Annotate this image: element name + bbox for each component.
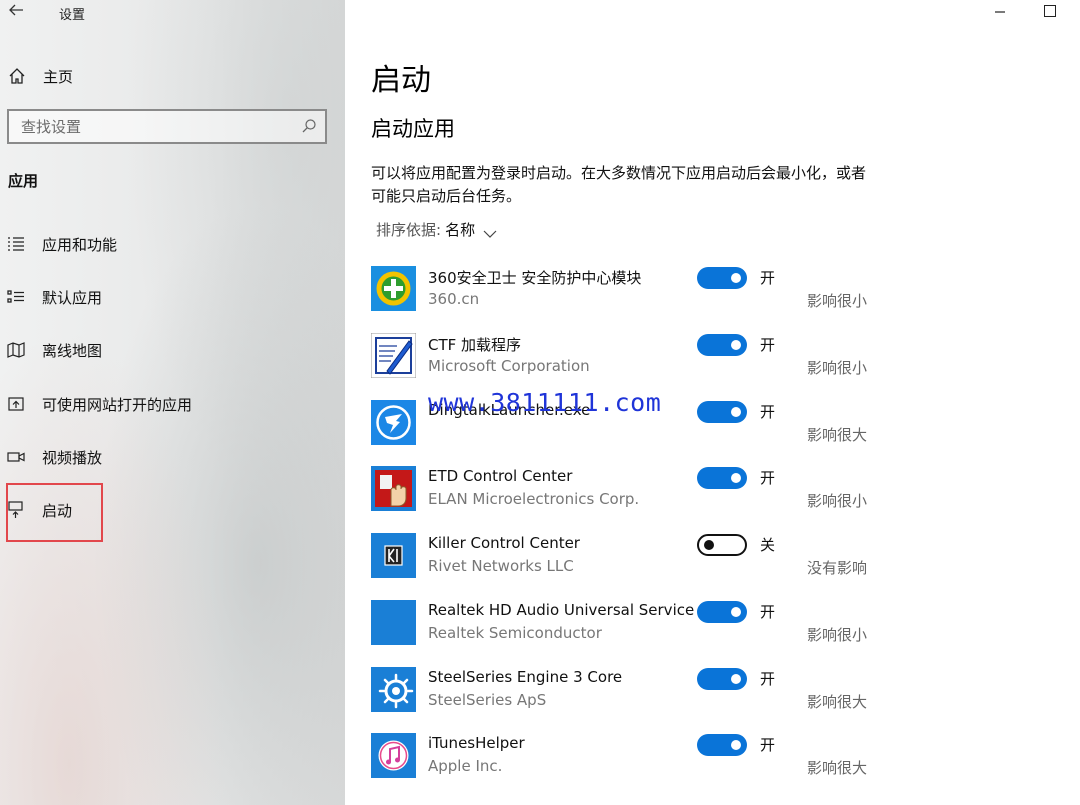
- startup-app-row: CTF 加载程序 Microsoft Corporation 开 影响很小: [370, 332, 881, 381]
- startup-impact: 没有影响: [807, 559, 868, 577]
- home-link[interactable]: 主页: [8, 64, 73, 88]
- chevron-down-icon: [483, 225, 497, 238]
- sort-dropdown[interactable]: 排序依据: 名称: [376, 219, 497, 240]
- search-box[interactable]: [7, 109, 327, 144]
- dingtalk-icon: [371, 400, 416, 445]
- page-title: 启动: [371, 63, 431, 98]
- startup-app-row: 360安全卫士 安全防护中心模块 360.cn 开 影响很小: [371, 266, 881, 314]
- startup-toggle[interactable]: [697, 601, 747, 623]
- app-name: ETD Control Center: [428, 467, 573, 485]
- toggle-state: 开: [760, 670, 776, 688]
- toggle-state: 开: [760, 269, 776, 287]
- app-name: iTunesHelper: [428, 734, 525, 752]
- startup-app-row: ETD Control Center ELAN Microelectronics…: [371, 466, 881, 514]
- app-name: Realtek HD Audio Universal Service: [428, 601, 695, 619]
- ctf-loader-icon: [370, 332, 417, 379]
- startup-app-row: Killer Control Center Rivet Networks LLC…: [371, 533, 881, 581]
- section-subtitle: 启动应用: [371, 117, 455, 141]
- home-icon: [8, 67, 26, 85]
- startup-app-row: Realtek HD Audio Universal Service Realt…: [371, 600, 881, 648]
- sidebar-item-label: 可使用网站打开的应用: [42, 395, 193, 414]
- startup-impact: 影响很小: [807, 292, 868, 310]
- app-name: Killer Control Center: [428, 534, 580, 552]
- search-icon[interactable]: [301, 118, 317, 134]
- startup-impact: 影响很小: [807, 359, 868, 377]
- startup-toggle[interactable]: [697, 467, 747, 489]
- window-title: 设置: [59, 8, 86, 23]
- realtek-audio-icon: [371, 600, 416, 645]
- startup-toggle[interactable]: [697, 668, 747, 690]
- app-name: SteelSeries Engine 3 Core: [428, 668, 623, 686]
- app-publisher: Realtek Semiconductor: [428, 624, 602, 642]
- app-publisher: Microsoft Corporation: [428, 357, 590, 375]
- startup-toggle[interactable]: [697, 734, 747, 756]
- section-title: 应用: [8, 172, 39, 190]
- 360-safe-icon: [371, 266, 416, 311]
- app-publisher: Apple Inc.: [428, 757, 503, 775]
- startup-impact: 影响很大: [807, 426, 868, 444]
- description-text: 可以将应用配置为登录时启动。在大多数情况下应用启动后会最小化，或者可能只启动后台…: [371, 164, 867, 205]
- toggle-state: 开: [760, 403, 776, 421]
- selection-highlight-box: [6, 483, 103, 542]
- sidebar-item-label: 视频播放: [42, 448, 103, 467]
- toggle-state: 开: [760, 736, 776, 754]
- toggle-state: 关: [760, 536, 776, 554]
- sidebar-item-label: 应用和功能: [42, 235, 118, 254]
- startup-impact: 影响很小: [807, 626, 868, 644]
- startup-impact: 影响很大: [807, 693, 868, 711]
- killer-control-icon: [371, 533, 416, 578]
- toggle-state: 开: [760, 469, 776, 487]
- startup-toggle[interactable]: [697, 534, 747, 556]
- etd-control-icon: [371, 466, 416, 511]
- startup-toggle[interactable]: [697, 334, 747, 356]
- app-publisher: Rivet Networks LLC: [428, 557, 574, 575]
- apps-features-icon: [7, 235, 25, 253]
- minimize-icon[interactable]: [993, 3, 1007, 17]
- app-publisher: ELAN Microelectronics Corp.: [428, 490, 640, 508]
- app-name: 360安全卫士 安全防护中心模块: [428, 269, 642, 287]
- startup-app-row: SteelSeries Engine 3 Core SteelSeries Ap…: [371, 667, 881, 715]
- sort-key-label: 排序依据:: [376, 221, 442, 239]
- steelseries-icon: [371, 667, 416, 712]
- video-playback-icon: [7, 448, 25, 466]
- sidebar-item-label: 默认应用: [42, 288, 103, 307]
- apps-for-websites-icon: [7, 395, 25, 413]
- sidebar: 设置 主页 应用 应用和功能 默认应用 离线地图 可使用网站打: [0, 0, 345, 805]
- sidebar-item-apps-features[interactable]: 应用和功能: [7, 231, 117, 257]
- maximize-icon[interactable]: [1044, 5, 1056, 17]
- sort-value: 名称: [445, 221, 476, 239]
- watermark-text: www.3811111.com: [428, 388, 662, 417]
- sidebar-item-label: 离线地图: [42, 341, 103, 360]
- app-publisher: 360.cn: [428, 290, 480, 308]
- toggle-state: 开: [760, 336, 776, 354]
- search-input[interactable]: [21, 117, 291, 137]
- sidebar-item-apps-for-websites[interactable]: 可使用网站打开的应用: [7, 391, 192, 417]
- startup-impact: 影响很大: [807, 759, 868, 777]
- app-publisher: SteelSeries ApS: [428, 691, 547, 709]
- itunes-helper-icon: [371, 733, 416, 778]
- startup-toggle[interactable]: [697, 267, 747, 289]
- startup-toggle[interactable]: [697, 401, 747, 423]
- startup-impact: 影响很小: [807, 492, 868, 510]
- toggle-state: 开: [760, 603, 776, 621]
- sidebar-item-offline-maps[interactable]: 离线地图: [7, 337, 102, 363]
- back-arrow-icon[interactable]: [8, 2, 26, 22]
- offline-maps-icon: [7, 341, 25, 359]
- sidebar-item-video-playback[interactable]: 视频播放: [7, 444, 102, 470]
- sidebar-item-default-apps[interactable]: 默认应用: [7, 284, 102, 310]
- default-apps-icon: [7, 288, 25, 306]
- app-name: CTF 加载程序: [428, 336, 522, 354]
- home-label: 主页: [43, 67, 74, 86]
- startup-app-row: iTunesHelper Apple Inc. 开 影响很大: [371, 733, 881, 781]
